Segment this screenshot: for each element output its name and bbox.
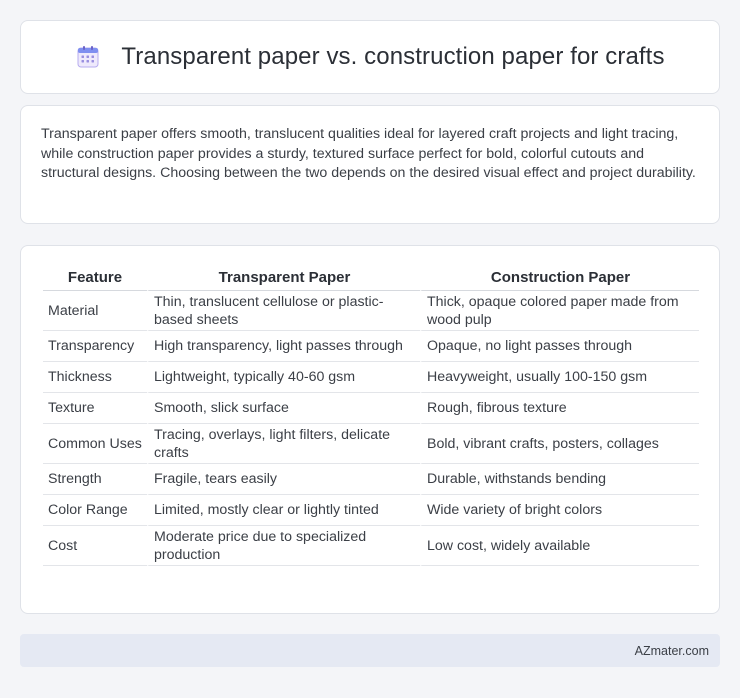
construction-paper-cell: Thick, opaque colored paper made from wo… — [420, 291, 699, 331]
transparent-paper-cell: Lightweight, typically 40-60 gsm — [147, 362, 420, 393]
transparent-paper-cell: Moderate price due to specialized produc… — [147, 526, 420, 566]
feature-cell: Strength — [43, 464, 147, 495]
table-row: Thickness Lightweight, typically 40-60 g… — [43, 362, 699, 393]
feature-cell: Cost — [43, 526, 147, 566]
intro-text: Transparent paper offers smooth, translu… — [41, 126, 696, 181]
feature-cell: Material — [43, 291, 147, 331]
table-row: Cost Moderate price due to specialized p… — [43, 526, 699, 566]
construction-paper-cell: Heavyweight, usually 100-150 gsm — [420, 362, 699, 393]
footer: AZmater.com — [20, 634, 720, 667]
table-row: Color Range Limited, mostly clear or lig… — [43, 495, 699, 526]
intro-card: Transparent paper offers smooth, translu… — [20, 105, 720, 224]
table-header-row: Feature Transparent Paper Construction P… — [43, 266, 699, 291]
column-header-transparent-paper: Transparent Paper — [147, 266, 420, 291]
transparent-paper-cell: High transparency, light passes through — [147, 331, 420, 362]
transparent-paper-cell: Tracing, overlays, light filters, delica… — [147, 424, 420, 464]
feature-cell: Thickness — [43, 362, 147, 393]
title-card: Transparent paper vs. construction paper… — [20, 20, 720, 94]
transparent-paper-cell: Fragile, tears easily — [147, 464, 420, 495]
feature-cell: Transparency — [43, 331, 147, 362]
transparent-paper-cell: Thin, translucent cellulose or plastic-b… — [147, 291, 420, 331]
table-row: Texture Smooth, slick surface Rough, fib… — [43, 393, 699, 424]
construction-paper-cell: Bold, vibrant crafts, posters, collages — [420, 424, 699, 464]
feature-cell: Texture — [43, 393, 147, 424]
table-row: Material Thin, translucent cellulose or … — [43, 291, 699, 331]
transparent-paper-cell: Smooth, slick surface — [147, 393, 420, 424]
footer-brand: AZmater.com — [634, 643, 709, 658]
feature-cell: Color Range — [43, 495, 147, 526]
transparent-paper-cell: Limited, mostly clear or lightly tinted — [147, 495, 420, 526]
construction-paper-cell: Rough, fibrous texture — [420, 393, 699, 424]
construction-paper-cell: Durable, withstands bending — [420, 464, 699, 495]
column-header-feature: Feature — [43, 266, 147, 291]
feature-cell: Common Uses — [43, 424, 147, 464]
construction-paper-cell: Low cost, widely available — [420, 526, 699, 566]
comparison-table-card: Feature Transparent Paper Construction P… — [20, 245, 720, 614]
calendar-icon — [75, 44, 101, 70]
construction-paper-cell: Opaque, no light passes through — [420, 331, 699, 362]
column-header-construction-paper: Construction Paper — [420, 266, 699, 291]
page: Transparent paper vs. construction paper… — [0, 0, 740, 698]
table-row: Common Uses Tracing, overlays, light fil… — [43, 424, 699, 464]
page-title: Transparent paper vs. construction paper… — [121, 43, 665, 70]
table-row: Transparency High transparency, light pa… — [43, 331, 699, 362]
construction-paper-cell: Wide variety of bright colors — [420, 495, 699, 526]
table-row: Strength Fragile, tears easily Durable, … — [43, 464, 699, 495]
comparison-table: Feature Transparent Paper Construction P… — [43, 266, 699, 566]
